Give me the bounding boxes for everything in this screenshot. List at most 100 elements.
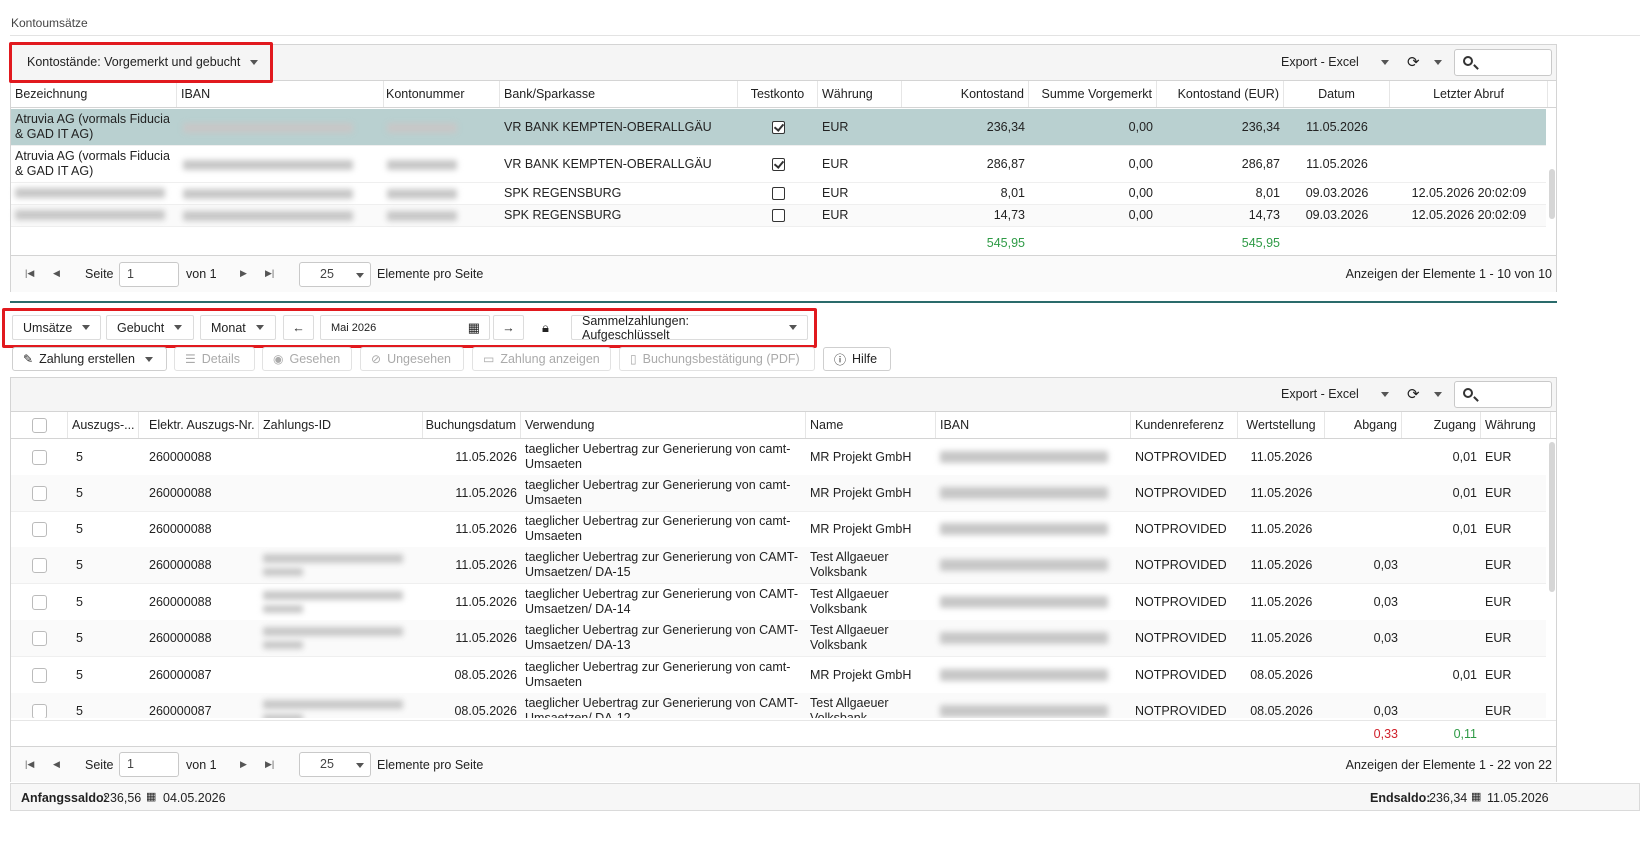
- column-header[interactable]: Summe Vorgemerkt: [1029, 81, 1157, 107]
- cell-buchungsdatum: 08.05.2026: [454, 703, 517, 718]
- booking-confirmation-button[interactable]: ▯ Buchungsbestätigung (PDF): [619, 347, 815, 371]
- gesehen-button[interactable]: ◉ Gesehen: [262, 347, 352, 371]
- redacted-iban: [183, 159, 353, 170]
- transaction-row[interactable]: 5 260000088 11.05.2026 taeglicher Uebertrag…: [11, 439, 1546, 476]
- row-select-cell: [11, 657, 68, 693]
- closing-balance-value: 236,34: [1429, 791, 1468, 805]
- column-header[interactable]: Kundenreferenz: [1131, 412, 1238, 438]
- row-checkbox[interactable]: [32, 485, 47, 501]
- refresh-icon[interactable]: ⟳: [1407, 385, 1442, 403]
- cell-letzter-abruf: 12.05.2026 20:02:09: [1411, 208, 1527, 222]
- page-number-input[interactable]: 1: [119, 262, 179, 287]
- transaction-row[interactable]: 5 260000087 08.05.2026 taeglicher Uebertrag…: [11, 657, 1546, 694]
- row-checkbox[interactable]: [32, 630, 47, 646]
- last-page-icon[interactable]: ▶|: [265, 759, 274, 770]
- column-header[interactable]: Währung: [818, 81, 902, 107]
- column-header[interactable]: IBAN: [936, 412, 1131, 438]
- ungesehen-button[interactable]: ⊘ Ungesehen: [360, 347, 464, 371]
- cell-abgang: [1325, 439, 1402, 475]
- cell-datum: 09.03.2026: [1305, 186, 1369, 200]
- row-checkbox[interactable]: [32, 594, 47, 610]
- page-of-label: von 1: [186, 267, 217, 281]
- column-header[interactable]: Wertstellung: [1238, 412, 1325, 438]
- first-page-icon[interactable]: |◀: [25, 268, 34, 279]
- column-header[interactable]: Kontonummer: [382, 81, 500, 107]
- cell-kundenreferenz: NOTPROVIDED: [1135, 449, 1227, 464]
- row-checkbox[interactable]: [32, 667, 47, 683]
- column-header[interactable]: Verwendung: [521, 412, 806, 438]
- next-page-icon[interactable]: ▶: [240, 759, 247, 770]
- help-button[interactable]: ⓘ Hilfe: [823, 347, 891, 371]
- cell-wertstellung: 08.05.2026: [1250, 703, 1313, 718]
- column-header[interactable]: Bezeichnung: [11, 81, 177, 107]
- account-row[interactable]: SPK REGENSBURG EUR 8,01 0,00 8,01 09.03.2026 1…: [11, 183, 1546, 205]
- column-header[interactable]: Auszugs-...: [68, 412, 139, 438]
- column-header[interactable]: Elektr. Auszugs-Nr.: [145, 412, 259, 438]
- column-header[interactable]: Datum: [1284, 81, 1390, 107]
- transaction-row[interactable]: 5 260000087 08.05.2026 taeglicher Uebertrag…: [11, 693, 1546, 718]
- column-header[interactable]: Letzter Abruf: [1390, 81, 1548, 107]
- column-header[interactable]: Zugang: [1402, 412, 1481, 438]
- column-header[interactable]: Name: [806, 412, 936, 438]
- row-checkbox[interactable]: [32, 449, 47, 465]
- page-number-input[interactable]: 1: [119, 752, 179, 777]
- cell-verwendung: taeglicher Uebertrag zur Generierung von…: [525, 623, 799, 652]
- last-page-icon[interactable]: ▶|: [265, 268, 274, 279]
- transaction-row[interactable]: 5 260000088 11.05.2026 taeglicher Uebertrag…: [11, 475, 1546, 512]
- top-scrollbar[interactable]: [1549, 169, 1555, 219]
- row-checkbox[interactable]: [32, 703, 47, 718]
- transaction-row[interactable]: 5 260000088 11.05.2026 taeglicher Uebertrag…: [11, 511, 1546, 548]
- first-page-icon[interactable]: |◀: [25, 759, 34, 770]
- show-payment-button[interactable]: ▭ Zahlung anzeigen: [472, 347, 611, 371]
- redacted-name: [15, 188, 165, 198]
- row-checkbox[interactable]: [32, 557, 47, 573]
- redacted-payment-id: [263, 700, 403, 709]
- create-payment-button[interactable]: ✎ Zahlung erstellen: [12, 347, 167, 371]
- column-header[interactable]: IBAN: [177, 81, 384, 107]
- cell-buchungsdatum: 08.05.2026: [454, 667, 517, 682]
- column-header[interactable]: Bank/Sparkasse: [500, 81, 738, 107]
- cell-name: MR Projekt GmbH: [810, 485, 912, 500]
- cell-abgang: [1325, 475, 1402, 511]
- refresh-icon[interactable]: ⟳: [1407, 53, 1442, 71]
- account-row[interactable]: Atruvia AG (vormals Fiducia & GAD IT AG)…: [11, 146, 1546, 183]
- page-size-select[interactable]: 25: [299, 262, 371, 287]
- chevron-down-icon: [356, 273, 364, 278]
- transaction-row[interactable]: 5 260000088 11.05.2026 taeglicher Uebertrag…: [11, 584, 1546, 621]
- column-header[interactable]: Kontostand: [902, 81, 1029, 107]
- column-header[interactable]: Kontostand (EUR): [1157, 81, 1284, 107]
- cell-auszugs: 5: [76, 521, 83, 536]
- row-checkbox[interactable]: [32, 521, 47, 537]
- column-header[interactable]: Abgang: [1325, 412, 1402, 438]
- redacted-iban: [940, 669, 1108, 681]
- account-row[interactable]: SPK REGENSBURG EUR 14,73 0,00 14,73 09.03.202…: [11, 205, 1546, 227]
- search-input[interactable]: [1454, 49, 1552, 76]
- next-page-icon[interactable]: ▶: [240, 268, 247, 279]
- cell-testkonto: [738, 183, 818, 204]
- transaction-row[interactable]: 5 260000088 11.05.2026 taeglicher Uebertrag…: [11, 547, 1546, 584]
- column-header[interactable]: Zahlungs-ID: [259, 412, 423, 438]
- cell-verwendung: taeglicher Uebertrag zur Generierung von…: [525, 514, 791, 543]
- page-size-select[interactable]: 25: [299, 752, 371, 777]
- redacted-payment-id: [263, 591, 403, 600]
- page-title: Kontoumsätze: [11, 16, 88, 30]
- search-input[interactable]: [1454, 381, 1552, 408]
- page-size-value: 25: [320, 267, 334, 281]
- cell-bezeichnung: Atruvia AG (vormals Fiducia & GAD IT AG): [15, 112, 170, 141]
- export-excel-dropdown[interactable]: Export - Excel: [1281, 55, 1389, 69]
- transaction-row[interactable]: 5 260000088 11.05.2026 taeglicher Uebertrag…: [11, 620, 1546, 657]
- export-excel-dropdown[interactable]: Export - Excel: [1281, 387, 1389, 401]
- column-header[interactable]: Buchungsdatum: [423, 412, 521, 438]
- cell-datum: 11.05.2026: [1306, 119, 1368, 134]
- pager-info: Anzeigen der Elemente 1 - 10 von 10: [1345, 267, 1552, 281]
- prev-page-icon[interactable]: ◀: [53, 268, 60, 279]
- prev-page-icon[interactable]: ◀: [53, 759, 60, 770]
- bottom-scrollbar[interactable]: [1549, 442, 1555, 592]
- chevron-down-icon: [1380, 59, 1389, 65]
- account-row[interactable]: Atruvia AG (vormals Fiducia & GAD IT AG)…: [11, 109, 1546, 146]
- redacted-account-number: [387, 159, 457, 170]
- details-button[interactable]: ☰ Details: [174, 347, 255, 371]
- column-header[interactable]: Testkonto: [738, 81, 818, 107]
- select-all-checkbox[interactable]: [31, 417, 47, 433]
- column-header[interactable]: Währung: [1481, 412, 1551, 438]
